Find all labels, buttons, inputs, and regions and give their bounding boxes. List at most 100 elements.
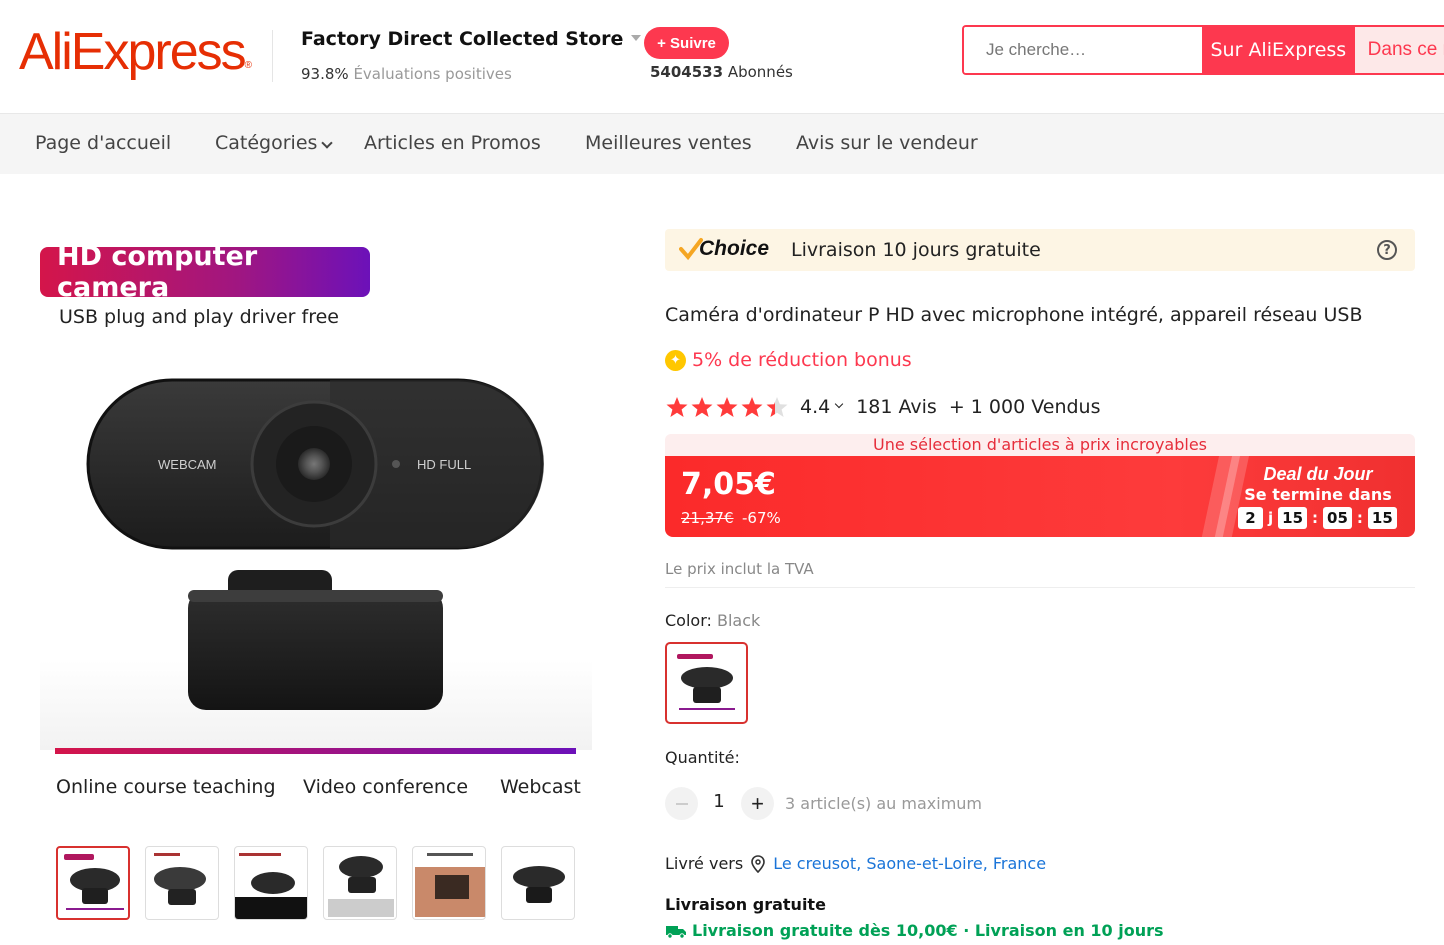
star-icon (716, 397, 738, 417)
search-bar: Sur AliExpress Dans ce magasin (962, 25, 1444, 75)
choice-banner: Choice Livraison 10 jours gratuite ? (665, 229, 1415, 271)
feature-online-course: Online course teaching (56, 776, 276, 798)
deal-banner: Une sélection d'articles à prix incroyab… (665, 434, 1415, 456)
deal-title: Deal du Jour (1263, 464, 1373, 484)
timer-separator: : (1356, 509, 1363, 527)
search-store-button[interactable]: Dans ce magasin (1354, 27, 1444, 73)
caret-down-icon (631, 34, 642, 41)
shipping-detail-text: Livraison gratuite dès 10,00€ · Livraiso… (692, 921, 1164, 940)
free-shipping-title: Livraison gratuite (665, 895, 826, 914)
positive-percent: 93.8% (301, 65, 349, 83)
thumbnail-3[interactable] (234, 846, 308, 920)
star-icon (666, 397, 688, 417)
store-header: AliExpress® Factory Direct Collected Sto… (0, 0, 1444, 114)
search-aliexpress-button[interactable]: Sur AliExpress (1202, 27, 1355, 73)
countdown-timer: 2 j 15 : 05 : 15 (1238, 507, 1397, 529)
bonus-badge[interactable]: ✦ 5% de réduction bonus (665, 349, 912, 371)
thumbnail-6-image (513, 866, 565, 903)
thumbnail-3-image (235, 853, 307, 919)
star-coin-icon: ✦ (665, 349, 686, 371)
rating-row: 4.4 181 Avis + 1 000 Vendus (665, 394, 1101, 420)
section-divider (665, 587, 1415, 588)
location-pin-icon (751, 854, 766, 873)
question-icon[interactable]: ? (1377, 240, 1397, 260)
promo-subtitle: USB plug and play driver free (59, 306, 339, 328)
follow-button[interactable]: + Suivre (644, 27, 729, 59)
sold-count: + 1 000 Vendus (948, 396, 1101, 418)
followers-count: 5404533 Abonnés (650, 63, 793, 81)
ship-to-location-link[interactable]: Le creusot, Saone-et-Loire, France (773, 854, 1046, 873)
webcam-base (188, 590, 443, 710)
thumbnail-5[interactable] (412, 846, 486, 920)
timer-day-unit: j (1268, 509, 1274, 527)
followers-number: 5404533 (650, 63, 724, 81)
reviews-count[interactable]: 181 Avis (856, 396, 937, 418)
positive-label: Évaluations positives (353, 65, 512, 83)
store-name-dropdown[interactable]: Factory Direct Collected Store (301, 28, 642, 50)
webcam-lens (298, 448, 330, 480)
vat-note: Le prix inclut la TVA (665, 560, 814, 578)
ship-to-row: Livré vers Le creusot, Saone-et-Loire, F… (665, 854, 1046, 873)
nav-categories[interactable]: Catégories (215, 132, 334, 154)
product-title: Caméra d'ordinateur P HD avec microphone… (665, 304, 1363, 326)
price-box: 7,05€ 21,37€ -67% Deal du Jour Se termin… (665, 456, 1415, 537)
webcam-label-right: HD FULL (417, 457, 471, 472)
timer-separator: : (1312, 509, 1319, 527)
color-value: Black (716, 611, 761, 630)
header-divider (272, 30, 273, 82)
quantity-decrease-button[interactable] (665, 787, 698, 820)
timer-minutes: 05 (1323, 507, 1352, 529)
store-rating: 93.8% Évaluations positives (301, 65, 512, 83)
discount-percent: -67% (742, 509, 781, 527)
quantity-max-note: 3 article(s) au maximum (785, 794, 983, 813)
color-swatch-black[interactable] (665, 642, 748, 724)
store-nav: Page d'accueil Catégories Articles en Pr… (0, 114, 1444, 174)
thumbnail-2[interactable] (145, 846, 219, 920)
shipping-detail: Livraison gratuite dès 10,00€ · Livraiso… (665, 921, 1164, 940)
thumbnail-4[interactable] (323, 846, 397, 920)
choice-text: Livraison 10 jours gratuite (791, 239, 1041, 261)
followers-label: Abonnés (727, 63, 793, 81)
color-swatch-image (677, 654, 735, 710)
color-label-key: Color: (665, 611, 712, 630)
timer-seconds: 15 (1367, 507, 1397, 529)
quantity-value[interactable]: 1 (706, 791, 732, 812)
quantity-label: Quantité: (665, 748, 740, 767)
thumbnail-1-image (64, 854, 124, 910)
truck-icon (666, 925, 686, 939)
thumbnail-4-image (328, 856, 394, 917)
webcam-mic-dot (392, 460, 400, 468)
timer-days: 2 (1238, 507, 1263, 529)
rating-value[interactable]: 4.4 (800, 396, 830, 418)
store-name: Factory Direct Collected Store (301, 28, 624, 50)
star-rating (665, 396, 790, 418)
webcam-base-top (188, 590, 443, 602)
star-icon (691, 397, 713, 417)
nav-seller-reviews[interactable]: Avis sur le vendeur (796, 132, 978, 154)
timer-hours: 15 (1278, 507, 1308, 529)
star-icon (766, 397, 788, 417)
chevron-down-icon (321, 137, 334, 149)
ship-to-label: Livré vers (665, 854, 744, 873)
webcam-label-left: WEBCAM (158, 457, 217, 472)
feature-video-conference: Video conference (303, 776, 469, 798)
nav-best-sellers[interactable]: Meilleures ventes (585, 132, 752, 154)
nav-promos[interactable]: Articles en Promos (364, 132, 541, 154)
feature-webcast: Webcast (500, 776, 581, 798)
thumbnail-6[interactable] (501, 846, 575, 920)
promo-title: HD computer camera (40, 241, 370, 303)
thumbnail-5-image (415, 853, 485, 917)
quantity-increase-button[interactable]: + (741, 787, 774, 820)
nav-home[interactable]: Page d'accueil (35, 132, 171, 154)
search-input[interactable] (964, 27, 1202, 73)
feature-divider (55, 748, 576, 754)
deal-subtitle: Se termine dans (1244, 485, 1392, 504)
product-main-image[interactable]: HD computer camera USB plug and play dri… (40, 230, 592, 805)
thumbnail-2-image (154, 853, 206, 905)
aliexpress-logo[interactable]: AliExpress® (19, 22, 252, 82)
original-price: 21,37€ (681, 509, 734, 527)
chevron-down-icon[interactable] (834, 399, 844, 409)
thumbnail-1[interactable] (56, 846, 130, 920)
choice-label: Choice (699, 237, 770, 260)
star-icon (741, 397, 763, 417)
